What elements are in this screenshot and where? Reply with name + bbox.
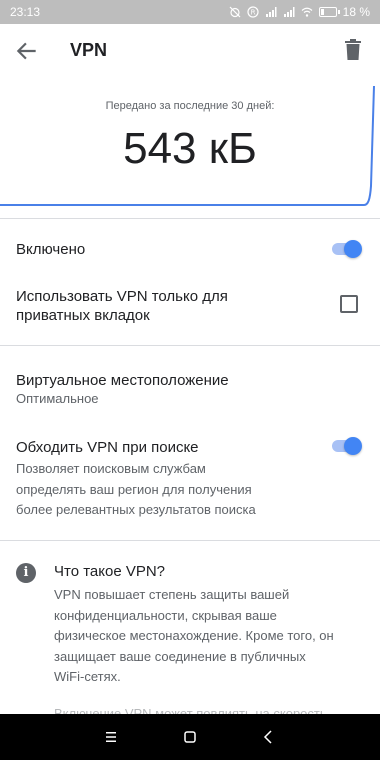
info-body-line: WiFi-сетях.: [54, 669, 121, 684]
status-bar: 23:13 R 18 %: [0, 0, 380, 24]
bypass-search-desc-line3: более релевантных результатов поиска: [16, 502, 256, 517]
enabled-toggle[interactable]: [330, 239, 362, 259]
info-body-line: VPN повышает степень защиты вашей: [54, 587, 290, 602]
usage-chart: Передано за последние 30 дней: 543 кБ: [0, 76, 380, 218]
system-nav-bar: [0, 714, 380, 760]
virtual-location-label: Виртуальное местоположение: [16, 372, 229, 389]
enabled-label: Включено: [16, 241, 86, 258]
divider: [0, 540, 380, 541]
battery-percent: 18 %: [342, 5, 370, 19]
arrow-back-icon[interactable]: [14, 38, 40, 64]
virtual-location-value: Оптимальное: [16, 391, 99, 406]
usage-value: 543 кБ: [123, 124, 257, 173]
bypass-search-desc-line2: определять ваш регион для получения: [16, 482, 252, 497]
page-title: VPN: [70, 40, 108, 60]
private-only-checkbox[interactable]: [340, 295, 358, 313]
info-body-line: защищает ваше соединение в публичных: [54, 648, 306, 664]
divider: [0, 345, 380, 346]
toggle-thumb: [344, 437, 362, 455]
status-time: 23:13: [10, 5, 41, 19]
menu-icon[interactable]: [100, 726, 122, 748]
private-only-label-line1: Использовать VPN только для: [16, 288, 228, 305]
signal-icon: [265, 7, 277, 17]
info-title: Что такое VPN?: [54, 563, 166, 580]
wifi-icon: [301, 7, 313, 17]
info-body-line: конфиденциальности, скрывая ваше: [54, 607, 277, 623]
bypass-search-label: Обходить VPN при поиске: [16, 439, 199, 456]
trash-icon[interactable]: [342, 38, 364, 62]
info-icon: i: [16, 563, 36, 583]
home-icon[interactable]: [179, 726, 201, 748]
private-only-label-line2: приватных вкладок: [16, 307, 150, 324]
signal-icon: [283, 7, 295, 17]
status-icons: R 18 %: [229, 5, 370, 19]
back-icon[interactable]: [258, 726, 280, 748]
info-body-line: физическое местонахождение. Кроме того, …: [54, 628, 334, 643]
sim-icon: R: [247, 6, 259, 18]
battery-icon: [318, 7, 340, 17]
usage-caption: Передано за последние 30 дней:: [105, 100, 275, 112]
info-body: VPN повышает степень защиты вашей конфид…: [54, 585, 364, 688]
svg-text:R: R: [250, 9, 255, 17]
bypass-search-toggle[interactable]: [330, 436, 362, 456]
divider: [0, 218, 380, 219]
alarm-off-icon: [229, 6, 241, 18]
bypass-search-desc-line1: Позволяет поисковым службам: [16, 461, 206, 476]
app-toolbar: VPN: [0, 24, 380, 76]
toggle-thumb: [344, 240, 362, 258]
